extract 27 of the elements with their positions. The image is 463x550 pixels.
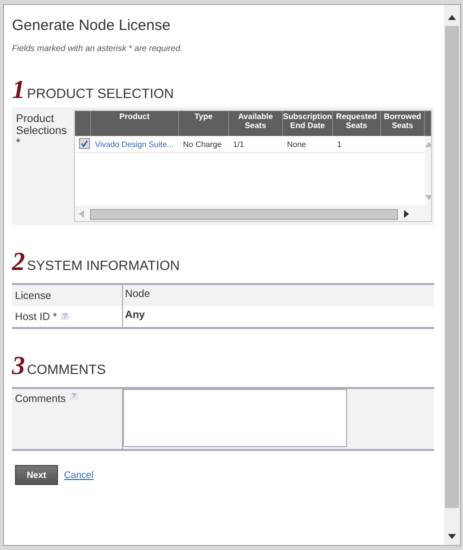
column-header: Available Seats bbox=[229, 111, 283, 136]
field-label: License bbox=[15, 290, 52, 302]
field-label: Host ID * bbox=[15, 310, 58, 322]
column-header: Subscription End Date bbox=[283, 111, 333, 136]
section-number: 3 bbox=[12, 353, 25, 379]
section-title: COMMENTS bbox=[27, 362, 106, 377]
field-label: Comments bbox=[15, 393, 66, 405]
dialog-title: Generate Node License bbox=[12, 17, 172, 34]
column-header: Product bbox=[91, 111, 179, 136]
field-value: Node bbox=[125, 288, 150, 300]
section-number: 1 bbox=[12, 77, 25, 103]
table-cell: 1/1 bbox=[233, 140, 244, 148]
table-cell: None bbox=[287, 140, 306, 148]
column-header: Requested Seats bbox=[333, 111, 381, 136]
next-button[interactable]: Next bbox=[15, 465, 58, 485]
field-value: Any bbox=[125, 309, 145, 321]
table-cell: No Charge bbox=[183, 140, 222, 148]
column-header: Borrowed Seats bbox=[381, 111, 425, 136]
table-cell: 1 bbox=[337, 140, 342, 148]
field-label: Product Selections * bbox=[15, 112, 68, 151]
product-link[interactable]: Vivado Design Suite... bbox=[95, 140, 174, 148]
required-note: Fields marked with an asterisk * are required. bbox=[12, 43, 184, 53]
section-title: SYSTEM INFORMATION bbox=[27, 258, 180, 273]
section-title: PRODUCT SELECTION bbox=[27, 86, 174, 101]
column-header: Type bbox=[179, 111, 229, 136]
cancel-link[interactable]: Cancel bbox=[64, 470, 94, 480]
section-number: 2 bbox=[12, 249, 25, 275]
